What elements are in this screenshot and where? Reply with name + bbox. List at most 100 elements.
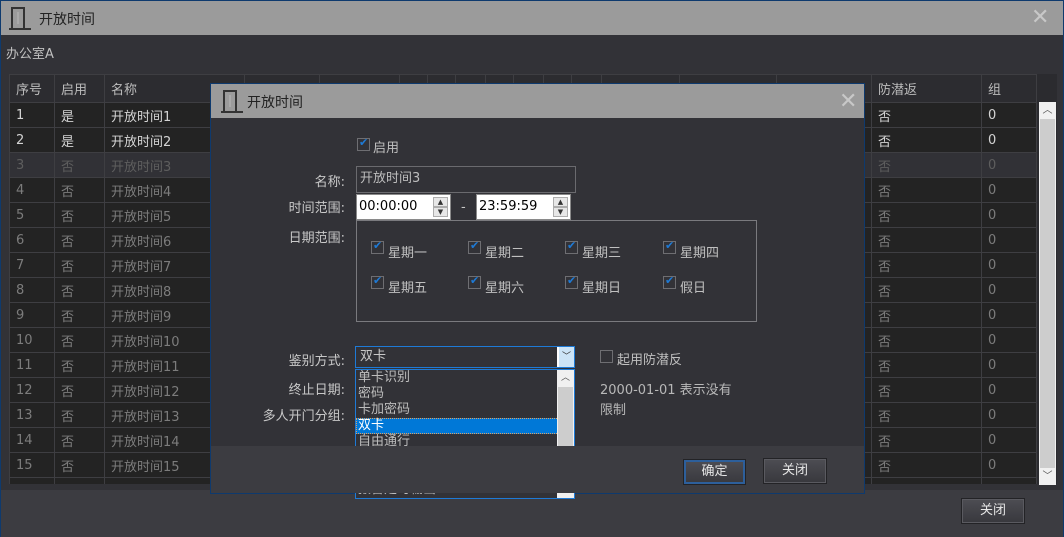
day-checkbox[interactable]	[565, 239, 578, 254]
dialog-title: 开放时间	[247, 95, 303, 111]
note-line-2: 限制	[600, 403, 627, 418]
cell-no: 3	[9, 152, 55, 178]
day-checkbox[interactable]	[468, 274, 481, 289]
cell-no: 12	[9, 377, 55, 403]
day-checkbox[interactable]	[663, 274, 676, 289]
cell-group: 0	[981, 327, 1037, 353]
cell-anti: 否	[871, 177, 982, 203]
cell-group: 0	[981, 102, 1037, 128]
cell-group: 0	[981, 277, 1037, 303]
cell-no: 16	[9, 477, 55, 484]
cell-anti: 否	[871, 377, 982, 403]
spin-up-icon[interactable]: ▲	[433, 197, 448, 207]
column-header[interactable]: 序号	[9, 74, 55, 103]
cell-enabled: 否	[54, 202, 105, 228]
cell-enabled: 是	[54, 127, 105, 153]
cell-anti: 否	[871, 402, 982, 428]
cell-group: 0	[981, 402, 1037, 428]
cell-group: 0	[981, 477, 1037, 484]
chevron-up-icon[interactable]: ︿	[1039, 102, 1056, 119]
cell-no: 6	[9, 227, 55, 253]
close-icon[interactable]: ✕	[1031, 7, 1049, 29]
day-checkbox[interactable]	[565, 274, 578, 289]
end-date-note: 2000-01-01 表示没有 限制	[600, 381, 732, 421]
cell-enabled: 否	[54, 377, 105, 403]
cell-no: 2	[9, 127, 55, 153]
day-label: 星期三	[582, 246, 622, 261]
chevron-down-icon[interactable]: ﹀	[1039, 468, 1056, 485]
end-date-label: 终止日期:	[288, 383, 345, 398]
cell-enabled: 否	[54, 452, 105, 478]
cell-enabled: 否	[54, 177, 105, 203]
cell-group: 0	[981, 427, 1037, 453]
day-label: 星期六	[485, 281, 525, 296]
multi-group-label: 多人开门分组:	[262, 409, 345, 424]
day-checkbox[interactable]	[371, 274, 384, 289]
auth-label: 鉴别方式:	[288, 354, 345, 369]
day-checkbox[interactable]	[371, 239, 384, 254]
cell-enabled: 否	[54, 477, 105, 484]
cell-no: 11	[9, 352, 55, 378]
cell-anti: 否	[871, 227, 982, 253]
dialog-close-button[interactable]: 关闭	[763, 458, 827, 484]
main-close-button[interactable]: 关闭	[961, 498, 1025, 524]
time-end-input[interactable]: 23:59:59 ▲ ▼	[476, 194, 571, 220]
cell-no: 1	[9, 102, 55, 128]
time-start-spinner[interactable]: ▲ ▼	[433, 197, 448, 217]
cell-group: 0	[981, 302, 1037, 328]
date-range-label: 日期范围:	[288, 231, 345, 246]
cell-enabled: 否	[54, 277, 105, 303]
cell-group: 0	[981, 352, 1037, 378]
cell-anti: 否	[871, 152, 982, 178]
cell-anti: 否	[871, 477, 982, 484]
chevron-up-icon[interactable]: ︿	[557, 370, 574, 387]
cell-no: 7	[9, 252, 55, 278]
schedule-dialog: 开放时间 ✕ 启用 名称: 开放时间3 时间范围: 00:00:00 ▲▼ - …	[210, 83, 865, 499]
auth-option[interactable]: 单卡识别	[356, 370, 559, 386]
door-icon	[9, 7, 31, 30]
spin-up-icon[interactable]: ▲	[553, 197, 568, 207]
day-label: 星期二	[485, 246, 525, 261]
cell-no: 9	[9, 302, 55, 328]
cell-enabled: 否	[54, 252, 105, 278]
auth-option[interactable]: 密码	[356, 386, 559, 402]
day-label: 星期日	[582, 281, 622, 296]
spin-down-icon[interactable]: ▼	[433, 207, 448, 217]
cell-no: 14	[9, 427, 55, 453]
time-start-input[interactable]: 00:00:00 ▲ ▼	[356, 194, 451, 220]
close-icon[interactable]: ✕	[839, 91, 857, 113]
auth-mode-combobox[interactable]: 双卡 ﹀	[355, 346, 575, 368]
anti-passback-checkbox[interactable]	[600, 350, 613, 363]
dialog-titlebar[interactable]: 开放时间 ✕	[211, 84, 864, 118]
enable-checkbox[interactable]	[357, 136, 370, 151]
spin-down-icon[interactable]: ▼	[553, 207, 568, 217]
name-label: 名称:	[314, 175, 345, 190]
name-input[interactable]: 开放时间3	[356, 166, 576, 193]
cell-group: 0	[981, 177, 1037, 203]
cell-enabled: 否	[54, 427, 105, 453]
column-header[interactable]: 防潜返	[871, 74, 982, 103]
column-header[interactable]: 启用	[54, 74, 105, 103]
auth-option[interactable]: 卡加密码	[356, 402, 559, 418]
cell-anti: 否	[871, 427, 982, 453]
cell-enabled: 否	[54, 327, 105, 353]
column-header[interactable]: 组	[981, 74, 1037, 103]
time-start-value: 00:00:00	[359, 199, 418, 214]
enable-label: 启用	[373, 141, 400, 156]
chevron-down-icon[interactable]: ﹀	[557, 347, 574, 367]
note-line-1: 2000-01-01 表示没有	[600, 383, 732, 398]
cell-group: 0	[981, 202, 1037, 228]
day-checkbox[interactable]	[663, 239, 676, 254]
cell-anti: 否	[871, 327, 982, 353]
cell-enabled: 是	[54, 102, 105, 128]
grid-scrollbar[interactable]: ︿ ﹀	[1039, 102, 1056, 485]
cell-anti: 否	[871, 302, 982, 328]
main-titlebar[interactable]: 开放时间 ✕	[1, 1, 1063, 35]
scrollbar-thumb[interactable]	[1040, 119, 1055, 468]
day-checkbox[interactable]	[468, 239, 481, 254]
cell-group: 0	[981, 127, 1037, 153]
auth-option[interactable]: 双卡	[356, 418, 559, 434]
day-label: 星期四	[680, 246, 720, 261]
time-end-spinner[interactable]: ▲ ▼	[553, 197, 568, 217]
ok-button[interactable]: 确定	[683, 459, 746, 485]
